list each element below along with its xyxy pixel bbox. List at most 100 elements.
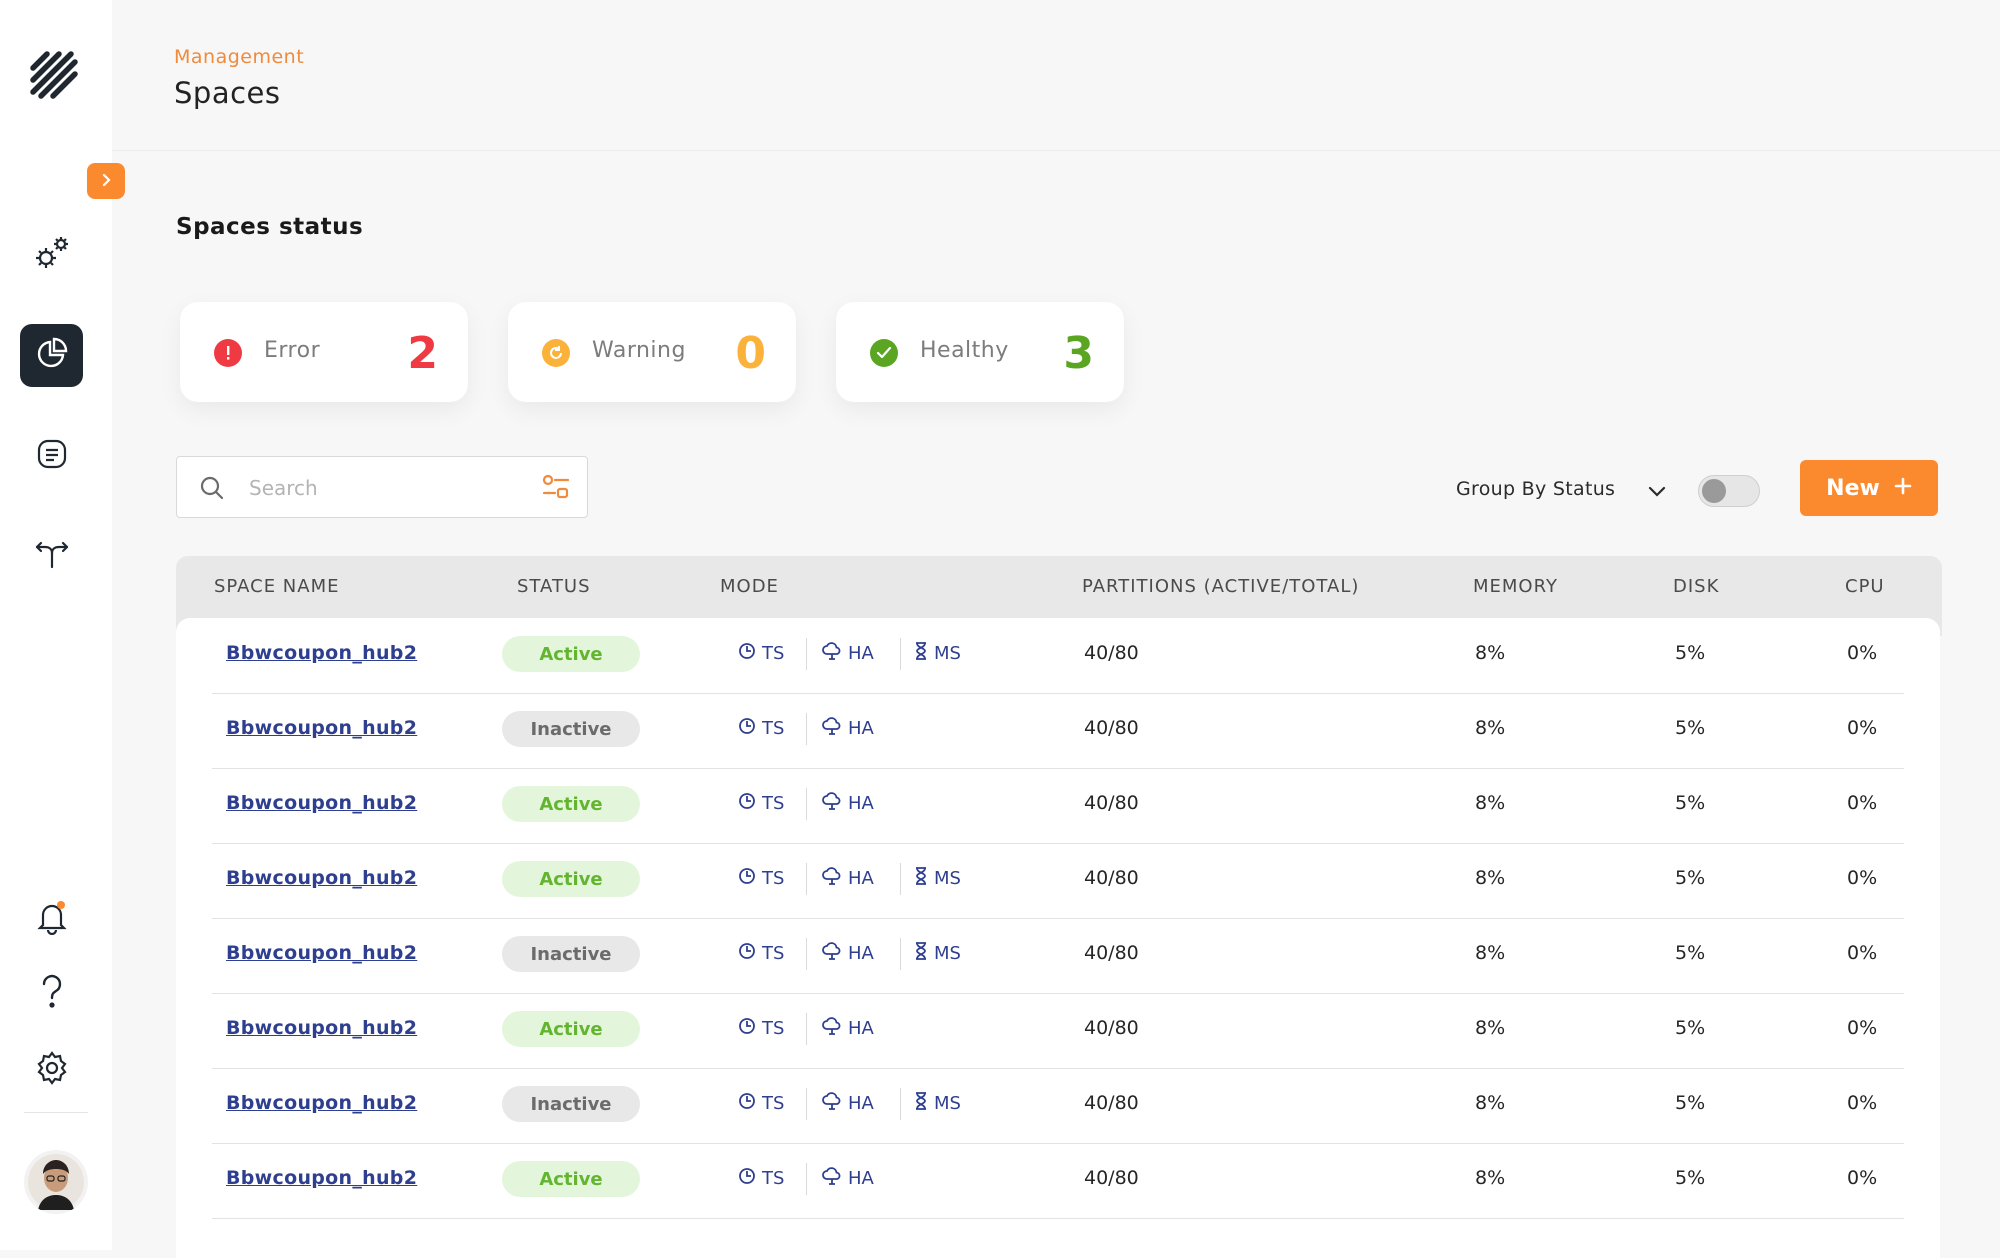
spaces-table: SPACE NAME STATUS MODE PARTITIONS (ACTIV… (176, 556, 1942, 1258)
status-card-warning[interactable]: Warning 0 (508, 302, 796, 402)
partitions-value: 40/80 (1084, 1017, 1139, 1039)
search-input[interactable] (247, 471, 511, 505)
sidebar-item-settings[interactable] (20, 1038, 83, 1101)
mode-tag: HA (822, 942, 874, 965)
cpu-value: 0% (1847, 1167, 1878, 1189)
document-icon (35, 437, 69, 475)
mode-label: HA (848, 868, 874, 889)
breadcrumb[interactable]: Management (174, 46, 304, 68)
mode-label: MS (934, 943, 961, 964)
table-body: Bbwcoupon_hub2 Active TS HA MS 40/80 8% 5% 0% Bbw… (176, 618, 1940, 1258)
help-icon (39, 974, 65, 1014)
search-icon (199, 475, 225, 505)
space-name-link[interactable]: Bbwcoupon_hub2 (226, 942, 417, 964)
mode-label: MS (934, 1093, 961, 1114)
table-row[interactable]: Bbwcoupon_hub2 Active TS HA 40/80 8% 5% 0% (212, 1143, 1904, 1219)
space-name-link[interactable]: Bbwcoupon_hub2 (226, 717, 417, 739)
partitions-value: 40/80 (1084, 792, 1139, 814)
disk-value: 5% (1675, 867, 1706, 889)
mode-tag: TS (738, 867, 784, 890)
mode-divider (900, 938, 901, 970)
status-card-healthy[interactable]: Healthy 3 (836, 302, 1124, 402)
mode-divider (900, 1088, 901, 1120)
memory-value: 8% (1475, 717, 1506, 739)
space-name-link[interactable]: Bbwcoupon_hub2 (226, 792, 417, 814)
mode-tag: HA (822, 1092, 874, 1115)
disk-value: 5% (1675, 792, 1706, 814)
mode-label: HA (848, 943, 874, 964)
clock-icon (738, 717, 756, 740)
mode-tag: TS (738, 1017, 784, 1040)
status-card-label: Error (264, 338, 321, 363)
status-badge: Inactive (502, 936, 640, 972)
gears-icon (30, 230, 74, 278)
mode-label: TS (762, 793, 785, 814)
partitions-value: 40/80 (1084, 942, 1139, 964)
sidebar-item-gears[interactable] (20, 222, 83, 285)
partitions-value: 40/80 (1084, 642, 1139, 664)
cloud-icon (822, 867, 842, 890)
space-name-link[interactable]: Bbwcoupon_hub2 (226, 1092, 417, 1114)
sidebar-item-help[interactable] (20, 962, 83, 1025)
dashboard-icon (34, 336, 70, 376)
space-name-link[interactable]: Bbwcoupon_hub2 (226, 1167, 417, 1189)
cloud-icon (822, 942, 842, 965)
clock-icon (738, 942, 756, 965)
cpu-value: 0% (1847, 1092, 1878, 1114)
status-card-error[interactable]: Error 2 (180, 302, 468, 402)
column-header-space-name[interactable]: SPACE NAME (214, 576, 339, 597)
space-name-link[interactable]: Bbwcoupon_hub2 (226, 642, 417, 664)
column-header-status[interactable]: STATUS (517, 576, 591, 597)
sidebar-expand-button[interactable] (87, 163, 125, 199)
sidebar-item-dashboard[interactable] (20, 324, 83, 387)
mode-tag: HA (822, 1167, 874, 1190)
sidebar-item-documents[interactable] (20, 424, 83, 487)
check-icon (870, 339, 898, 367)
status-badge: Active (502, 786, 640, 822)
column-header-memory[interactable]: MEMORY (1473, 576, 1558, 597)
table-row[interactable]: Bbwcoupon_hub2 Active TS HA 40/80 8% 5% 0% (212, 993, 1904, 1069)
settings-icon (34, 1050, 70, 1090)
mode-label: TS (762, 1168, 785, 1189)
clock-icon (738, 1092, 756, 1115)
chevron-down-icon[interactable] (1648, 483, 1666, 502)
column-header-disk[interactable]: DISK (1673, 576, 1719, 597)
cloud-icon (822, 1167, 842, 1190)
hourglass-icon (914, 1092, 928, 1115)
table-row[interactable]: Bbwcoupon_hub2 Active TS HA MS 40/80 8% 5% 0% (212, 618, 1904, 694)
mode-divider (900, 863, 901, 895)
table-row[interactable]: Bbwcoupon_hub2 Active TS HA 40/80 8% 5% 0% (212, 768, 1904, 844)
status-card-count: 2 (407, 328, 438, 379)
mode-divider (806, 938, 807, 970)
logo-icon[interactable] (27, 48, 87, 104)
table-row[interactable]: Bbwcoupon_hub2 Inactive TS HA MS 40/80 8% 5% 0% (212, 1068, 1904, 1144)
mode-tag: TS (738, 717, 784, 740)
status-badge: Active (502, 1161, 640, 1197)
cpu-value: 0% (1847, 942, 1878, 964)
column-header-mode[interactable]: MODE (720, 576, 779, 597)
new-space-button[interactable]: New (1800, 460, 1938, 516)
mode-label: TS (762, 943, 785, 964)
avatar[interactable] (24, 1150, 88, 1214)
section-title: Spaces status (176, 214, 364, 240)
mode-tag: MS (914, 642, 961, 665)
sidebar-item-routing[interactable] (20, 524, 83, 587)
space-name-link[interactable]: Bbwcoupon_hub2 (226, 1017, 417, 1039)
table-row[interactable]: Bbwcoupon_hub2 Active TS HA MS 40/80 8% 5% 0% (212, 843, 1904, 919)
memory-value: 8% (1475, 867, 1506, 889)
partitions-value: 40/80 (1084, 717, 1139, 739)
sidebar-item-notifications[interactable] (20, 887, 83, 950)
column-header-partitions[interactable]: PARTITIONS (ACTIVE/TOTAL) (1082, 576, 1359, 597)
group-by-toggle[interactable] (1698, 475, 1760, 507)
table-row[interactable]: Bbwcoupon_hub2 Inactive TS HA MS 40/80 8% 5% 0% (212, 918, 1904, 994)
column-header-cpu[interactable]: CPU (1845, 576, 1885, 597)
mode-label: TS (762, 1093, 785, 1114)
mode-tag: TS (738, 1167, 784, 1190)
mode-tag: HA (822, 717, 874, 740)
filter-icon[interactable] (541, 474, 571, 504)
table-row[interactable]: Bbwcoupon_hub2 Inactive TS HA 40/80 8% 5% 0% (212, 693, 1904, 769)
status-badge: Active (502, 861, 640, 897)
group-by-select[interactable]: Group By Status (1456, 478, 1615, 500)
mode-label: TS (762, 868, 785, 889)
space-name-link[interactable]: Bbwcoupon_hub2 (226, 867, 417, 889)
